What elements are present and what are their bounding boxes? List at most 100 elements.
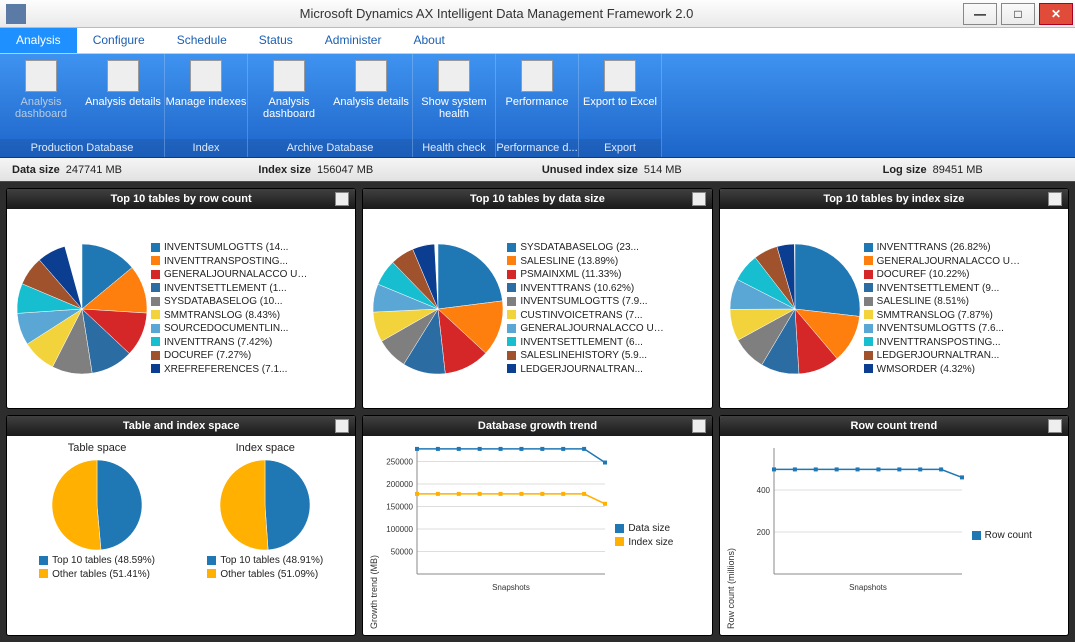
ribbon-label: Analysis details xyxy=(333,96,409,108)
legend-swatch xyxy=(507,310,516,319)
svg-text:400: 400 xyxy=(756,486,770,495)
legend-item: Top 10 tables (48.91%) xyxy=(207,554,323,568)
legend-swatch xyxy=(151,256,160,265)
legend-swatch xyxy=(507,270,516,279)
legend-item: INVENTTRANS (10.62%) xyxy=(507,282,667,296)
legend-swatch xyxy=(864,337,873,346)
panel-title: Top 10 tables by index size xyxy=(823,193,964,205)
legend-item: INVENTTRANSPOSTING... xyxy=(864,336,1024,350)
menu-configure[interactable]: Configure xyxy=(77,28,161,53)
panel-title: Row count trend xyxy=(850,420,937,432)
ribbon-analysis-details[interactable]: Analysis details xyxy=(330,54,412,139)
menu-about[interactable]: About xyxy=(397,28,460,53)
pie-chart xyxy=(369,240,507,378)
legend-item: DOCUREF (10.22%) xyxy=(864,268,1024,282)
chart-legend: Row count xyxy=(972,529,1032,543)
legend-item: INVENTTRANS (7.42%) xyxy=(151,336,311,350)
legend-item: INVENTSETTLEMENT (9... xyxy=(864,282,1024,296)
chart-legend: Top 10 tables (48.59%)Other tables (51.4… xyxy=(39,554,155,581)
legend-item: Other tables (51.09%) xyxy=(207,568,323,582)
legend-swatch xyxy=(864,310,873,319)
table-space-subtitle: Table space xyxy=(68,442,127,454)
ribbon-export-to-excel[interactable]: Export to Excel xyxy=(579,54,661,139)
svg-text:250000: 250000 xyxy=(387,458,414,467)
legend-swatch xyxy=(151,364,160,373)
panel-toggle[interactable] xyxy=(335,419,349,433)
legend-swatch xyxy=(207,556,216,565)
svg-text:200000: 200000 xyxy=(387,480,414,489)
legend-swatch xyxy=(864,324,873,333)
panel-toggle[interactable] xyxy=(335,192,349,206)
legend-item: INVENTSETTLEMENT (6... xyxy=(507,336,667,350)
legend-swatch xyxy=(151,283,160,292)
ribbon-icon xyxy=(355,60,387,92)
close-button[interactable]: ✕ xyxy=(1039,3,1073,25)
panel-db-growth: Database growth trend Growth trend (MB)5… xyxy=(362,415,712,636)
ribbon-analysis-dashboard[interactable]: Analysis dashboard xyxy=(248,54,330,139)
line-chart: 200400Snapshots xyxy=(736,442,966,592)
panel-toggle[interactable] xyxy=(692,419,706,433)
legend-swatch xyxy=(507,297,516,306)
app-icon xyxy=(6,4,26,24)
legend-item: Top 10 tables (48.59%) xyxy=(39,554,155,568)
ribbon-group-label: Archive Database xyxy=(248,139,412,157)
index-size-label: Index size xyxy=(258,164,311,176)
legend-swatch xyxy=(151,351,160,360)
legend-item: WMSORDER (4.32%) xyxy=(864,363,1024,377)
legend-swatch xyxy=(151,310,160,319)
ribbon-icon xyxy=(190,60,222,92)
panel-title: Database growth trend xyxy=(478,420,597,432)
legend-item: LEDGERJOURNALTRAN... xyxy=(864,349,1024,363)
minimize-button[interactable]: — xyxy=(963,3,997,25)
ribbon-label: Analysis dashboard xyxy=(0,96,82,120)
pie-chart xyxy=(216,456,314,554)
pie-chart xyxy=(726,240,864,378)
menu-schedule[interactable]: Schedule xyxy=(161,28,243,53)
panel-toggle[interactable] xyxy=(1048,419,1062,433)
legend-swatch xyxy=(864,283,873,292)
chart-legend: Top 10 tables (48.91%)Other tables (51.0… xyxy=(207,554,323,581)
ribbon-manage-indexes[interactable]: Manage indexes xyxy=(165,54,247,139)
ribbon-icon xyxy=(25,60,57,92)
legend-swatch xyxy=(864,297,873,306)
menu-status[interactable]: Status xyxy=(243,28,309,53)
ribbon-icon xyxy=(438,60,470,92)
legend-item: PSMAINXML (11.33%) xyxy=(507,268,667,282)
menu-administer[interactable]: Administer xyxy=(309,28,398,53)
ribbon-show-system-health[interactable]: Show system health xyxy=(413,54,495,139)
legend-swatch xyxy=(207,569,216,578)
menu-bar: AnalysisConfigureScheduleStatusAdministe… xyxy=(0,28,1075,54)
legend-swatch xyxy=(39,556,48,565)
data-size-value: 247741 MB xyxy=(66,164,122,176)
panel-top10-indexsize: Top 10 tables by index size INVENTTRANS … xyxy=(719,188,1069,409)
legend-swatch xyxy=(972,531,981,540)
ribbon-label: Show system health xyxy=(413,96,495,120)
legend-swatch xyxy=(151,243,160,252)
maximize-button[interactable]: □ xyxy=(1001,3,1035,25)
legend-item: INVENTTRANS (26.82%) xyxy=(864,241,1024,255)
chart-legend: Data sizeIndex size xyxy=(615,522,673,549)
legend-swatch xyxy=(615,524,624,533)
legend-item: INVENTTRANSPOSTING... xyxy=(151,255,311,269)
panel-toggle[interactable] xyxy=(1048,192,1062,206)
log-size-value: 89451 MB xyxy=(933,164,983,176)
ribbon-performance[interactable]: Performance xyxy=(496,54,578,139)
ribbon-group-label: Export xyxy=(579,139,661,157)
panel-toggle[interactable] xyxy=(692,192,706,206)
y-axis-label: Growth trend (MB) xyxy=(369,442,379,629)
index-size-value: 156047 MB xyxy=(317,164,373,176)
panel-top10-rowcount: Top 10 tables by row count INVENTSUMLOGT… xyxy=(6,188,356,409)
ribbon-analysis-details[interactable]: Analysis details xyxy=(82,54,164,139)
stats-bar: Data size 247741 MB Index size 156047 MB… xyxy=(0,158,1075,182)
legend-item: GENERALJOURNALACCO UNTENTRY... xyxy=(151,268,311,282)
legend-swatch xyxy=(507,351,516,360)
legend-item: Data size xyxy=(615,522,673,536)
legend-swatch xyxy=(507,364,516,373)
ribbon-icon xyxy=(273,60,305,92)
ribbon-icon xyxy=(604,60,636,92)
legend-swatch xyxy=(507,283,516,292)
panel-table-index-space: Table and index space Table space Top 10… xyxy=(6,415,356,636)
menu-analysis[interactable]: Analysis xyxy=(0,28,77,53)
legend-item: INVENTSUMLOGTTS (7.9... xyxy=(507,295,667,309)
panel-title: Table and index space xyxy=(123,420,240,432)
